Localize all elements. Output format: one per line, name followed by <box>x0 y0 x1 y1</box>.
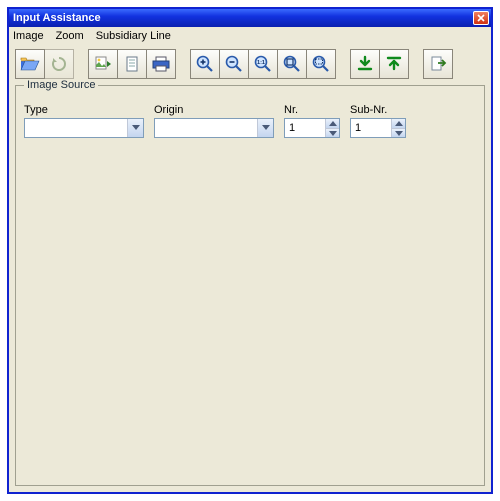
zoom-100-button[interactable]: 1:1 <box>248 49 278 79</box>
zoom-out-button[interactable] <box>219 49 249 79</box>
close-icon <box>477 14 485 22</box>
sub-nr-label: Sub-Nr. <box>350 104 406 116</box>
close-button[interactable] <box>473 11 489 25</box>
image-to-page-button[interactable] <box>88 49 118 79</box>
export-button[interactable] <box>423 49 453 79</box>
refresh-icon <box>50 55 68 73</box>
spin-up-icon[interactable] <box>391 119 405 128</box>
type-label: Type <box>24 104 144 116</box>
upload-icon <box>385 55 403 73</box>
menu-zoom[interactable]: Zoom <box>56 30 84 42</box>
window-title: Input Assistance <box>13 12 101 24</box>
menu-image[interactable]: Image <box>13 30 44 42</box>
page-button[interactable] <box>117 49 147 79</box>
sub-nr-value: 1 <box>351 122 391 134</box>
origin-label: Origin <box>154 104 274 116</box>
origin-select[interactable] <box>154 118 274 138</box>
open-button[interactable] <box>15 49 45 79</box>
zoom-selection-button[interactable] <box>306 49 336 79</box>
zoom-out-icon <box>224 54 244 74</box>
nr-label: Nr. <box>284 104 340 116</box>
titlebar: Input Assistance <box>9 9 491 27</box>
zoom-fit-icon <box>282 54 302 74</box>
export-page-icon <box>429 55 447 73</box>
page-icon <box>124 55 140 73</box>
nr-value: 1 <box>285 122 325 134</box>
zoom-in-button[interactable] <box>190 49 220 79</box>
nr-spinner[interactable]: 1 <box>284 118 340 138</box>
menubar: Image Zoom Subsidiary Line <box>9 27 491 45</box>
svg-text:1:1: 1:1 <box>257 60 265 66</box>
chevron-down-icon <box>257 119 273 137</box>
download-icon <box>356 55 374 73</box>
type-select[interactable] <box>24 118 144 138</box>
refresh-button[interactable] <box>44 49 74 79</box>
image-source-legend: Image Source <box>24 79 98 91</box>
print-button[interactable] <box>146 49 176 79</box>
sub-nr-spinner[interactable]: 1 <box>350 118 406 138</box>
image-source-group: Image Source Type Origin <box>15 85 485 486</box>
menu-subsidiary-line[interactable]: Subsidiary Line <box>96 30 171 42</box>
spin-down-icon[interactable] <box>325 128 339 137</box>
open-folder-icon <box>20 55 40 73</box>
upload-button[interactable] <box>379 49 409 79</box>
zoom-in-icon <box>195 54 215 74</box>
image-to-page-icon <box>93 55 113 73</box>
input-assistance-window: Input Assistance Image Zoom Subsidiary L… <box>7 7 493 494</box>
zoom-fit-button[interactable] <box>277 49 307 79</box>
spin-up-icon[interactable] <box>325 119 339 128</box>
print-icon <box>151 55 171 73</box>
download-button[interactable] <box>350 49 380 79</box>
spin-down-icon[interactable] <box>391 128 405 137</box>
zoom-selection-icon <box>311 54 331 74</box>
zoom-100-icon: 1:1 <box>253 54 273 74</box>
chevron-down-icon <box>127 119 143 137</box>
title-buttons <box>473 11 489 25</box>
